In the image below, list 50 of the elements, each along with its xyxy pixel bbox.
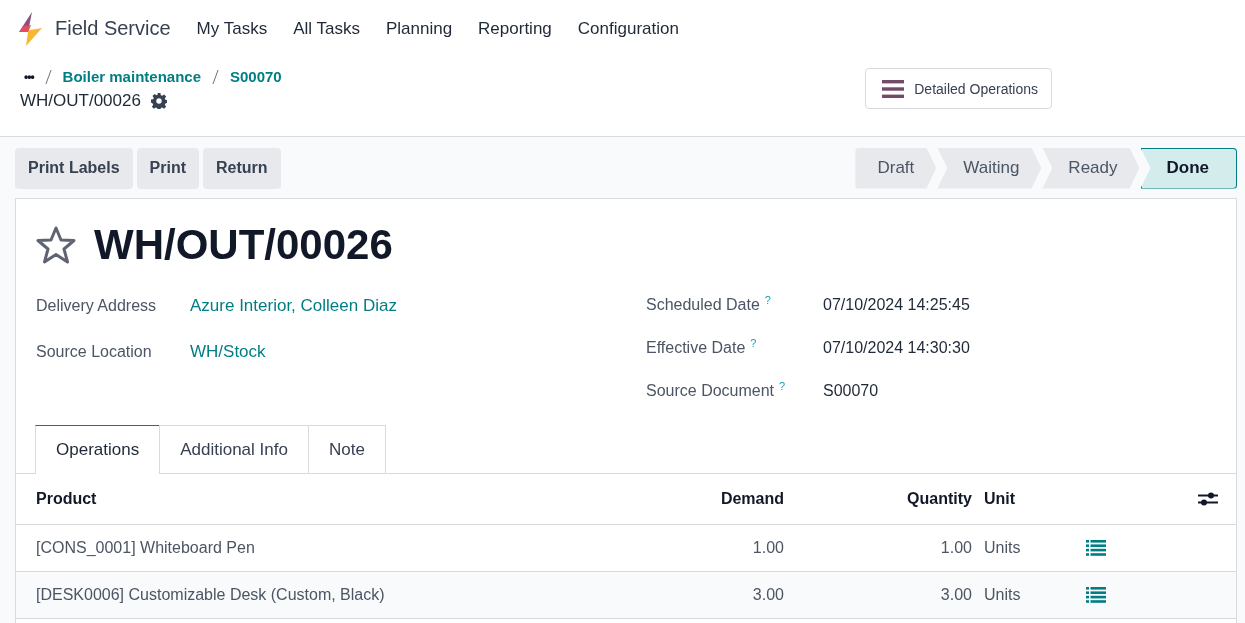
tab[interactable]: Note bbox=[307, 425, 386, 473]
table-cell: [DESK0006] Customizable Desk (Custom, Black) bbox=[16, 571, 668, 619]
tab[interactable]: Operations bbox=[35, 425, 161, 474]
status-stage[interactable]: Done bbox=[1140, 147, 1237, 189]
table-cell: Units bbox=[978, 524, 1080, 572]
menu-item[interactable]: Configuration bbox=[577, 18, 679, 39]
breadcrumb-ellipsis[interactable]: ••• bbox=[24, 69, 34, 84]
column-header[interactable]: Unit bbox=[978, 474, 1080, 525]
table-cell: 3.00 bbox=[668, 571, 790, 619]
sliders-icon[interactable] bbox=[1198, 491, 1218, 507]
table-cell: 3.00 bbox=[790, 571, 978, 619]
action-button[interactable]: Print bbox=[136, 147, 200, 189]
table-cell: 1.00 bbox=[668, 524, 790, 572]
menu-item[interactable]: My Tasks bbox=[196, 18, 268, 39]
field-label: Delivery Address bbox=[36, 297, 158, 315]
field-value: 07/10/2024 14:30:30 bbox=[823, 338, 970, 357]
table-cell: 1.00 bbox=[790, 524, 978, 572]
field-label: Effective Date bbox=[646, 339, 746, 357]
list-icon[interactable] bbox=[1086, 587, 1106, 603]
breadcrumb-link[interactable]: S00070 bbox=[230, 68, 282, 85]
menu-item[interactable]: All Tasks bbox=[293, 18, 360, 39]
settings-icon[interactable] bbox=[150, 93, 167, 109]
record-title: WH/OUT/00026 bbox=[94, 221, 393, 269]
status-stage[interactable]: Ready bbox=[1042, 147, 1140, 189]
field-label: Source Location bbox=[36, 343, 153, 361]
app-name[interactable]: Field Service bbox=[55, 17, 171, 40]
field-label: Scheduled Date bbox=[646, 296, 760, 314]
field-value: 07/10/2024 14:25:45 bbox=[823, 295, 970, 314]
breadcrumb-link[interactable]: Boiler maintenance bbox=[62, 68, 201, 85]
list-icon[interactable] bbox=[1086, 540, 1106, 556]
action-button[interactable]: Return bbox=[203, 147, 281, 189]
menu-icon bbox=[882, 79, 905, 98]
app-logo-icon[interactable] bbox=[16, 11, 42, 46]
table-cell: Units bbox=[978, 571, 1080, 619]
status-stage[interactable]: Draft bbox=[855, 147, 937, 189]
field-link[interactable]: WH/Stock bbox=[190, 342, 266, 362]
menu-item[interactable]: Reporting bbox=[478, 18, 552, 39]
star-icon[interactable] bbox=[36, 226, 76, 264]
field-link[interactable]: Azure Interior, Colleen Diaz bbox=[190, 296, 397, 316]
status-stage[interactable]: Waiting bbox=[937, 147, 1042, 189]
column-header[interactable]: Product bbox=[16, 474, 668, 525]
field-value: S00070 bbox=[823, 381, 879, 400]
detailed-operations-button[interactable]: Detailed Operations bbox=[865, 68, 1052, 109]
breadcrumb-current: WH/OUT/00026 bbox=[20, 91, 141, 111]
column-header[interactable]: Demand bbox=[668, 474, 790, 525]
action-button[interactable]: Print Labels bbox=[15, 147, 133, 189]
field-label: Source Document bbox=[646, 382, 775, 400]
column-header[interactable]: Quantity bbox=[790, 474, 978, 525]
table-cell: [CONS_0001] Whiteboard Pen bbox=[16, 524, 668, 572]
menu-item[interactable]: Planning bbox=[385, 18, 453, 39]
